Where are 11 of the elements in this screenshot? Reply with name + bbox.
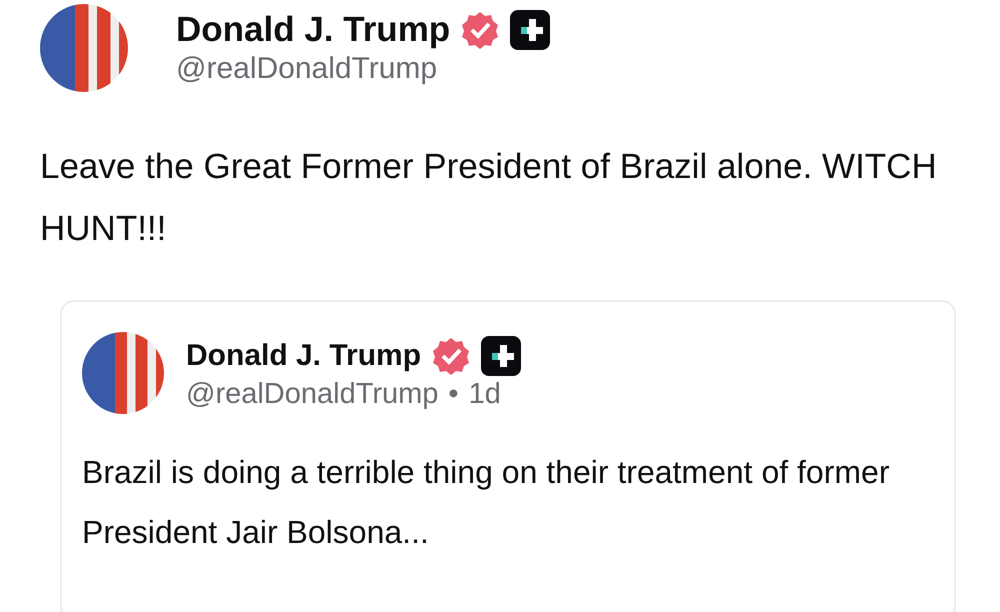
plus-logo-icon: [481, 336, 522, 376]
author-name[interactable]: Donald J. Trump: [186, 338, 422, 372]
author-name[interactable]: Donald J. Trump: [176, 10, 450, 50]
author-handle[interactable]: @realDonaldTrump: [186, 378, 438, 410]
post-text: Leave the Great Former President of Brazil alone. WITCH HUNT!!!: [40, 146, 938, 250]
separator-dot: •: [448, 378, 459, 410]
quoted-post-text: Brazil is doing a terrible thing on their treatment of former President Jair Bolsona...: [82, 453, 890, 552]
quoted-post-card[interactable]: Donald J. Trump @realDonaldTrump • 1d Brazil is doing a terrible thing on their treatment of former President Jair Bolsona...: [60, 300, 956, 612]
author-handle[interactable]: @realDonaldTrump: [176, 52, 550, 86]
post-time: 1d: [468, 378, 501, 410]
plus-logo-icon: [510, 10, 550, 50]
